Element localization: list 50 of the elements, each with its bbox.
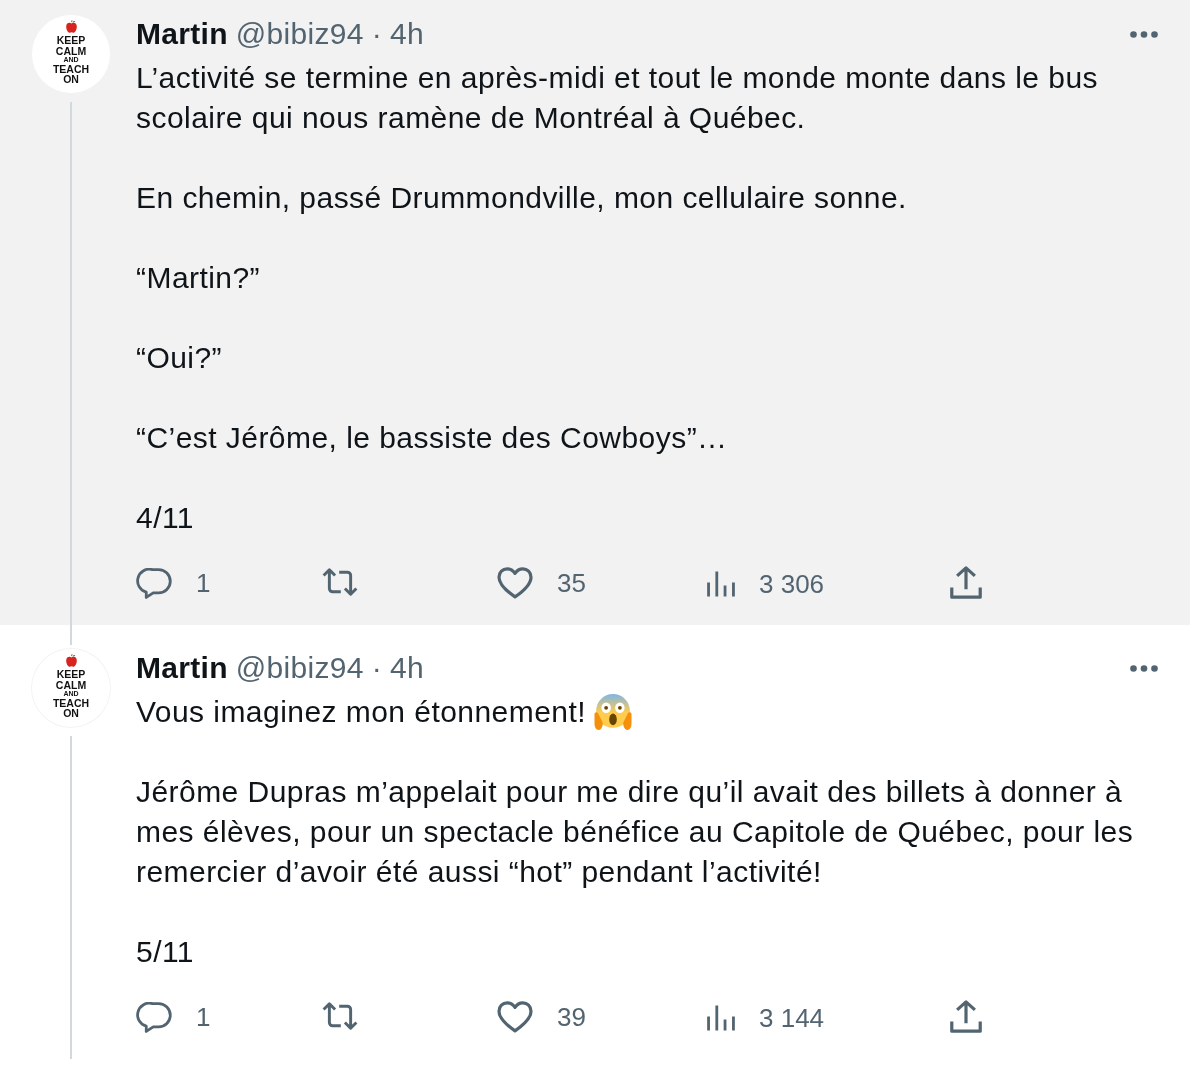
bar-chart-icon [707,570,735,598]
separator: · [371,650,383,686]
avatar-text: CALM [55,45,87,57]
avatar-text: ON [63,74,79,85]
author-name[interactable]: Martin [136,14,228,54]
speech-bubble-icon [136,567,172,599]
avatar-text: KEEP [56,35,86,46]
tweet-card[interactable] [0,0,1190,625]
looping-arrows-icon [322,568,358,596]
avatar-text: KEEP [56,669,86,680]
author-name[interactable]: Martin [136,648,228,688]
views-button[interactable]: 3 144 [707,1000,825,1036]
tweet-text: 5/11 [136,935,194,968]
share-button[interactable] [950,999,982,1033]
post-time[interactable]: 4h [390,14,425,54]
like-button[interactable]: 35 [497,565,586,601]
like-button[interactable]: 39 [497,999,586,1035]
upload-icon [950,565,982,599]
tweet-text: En chemin, passé Drummondville, mon cellulaire sonne. [136,181,907,214]
avatar-text: TEACH [52,63,90,75]
tweet-text: L’activité se termine en après-midi et tout le monde monte dans le bus scolaire qui nous ramène de Montréal à Québec. [136,61,1098,134]
share-button[interactable] [950,565,982,599]
avatar-text: TEACH [52,697,90,709]
tweet-text: “Oui?” [136,341,223,374]
more-icon[interactable] [1130,664,1158,672]
tweet-text: Jérôme Dupras m’appelait pour me dire qu’il avait des billets à donner à mes élèves, pour un spectacle bénéfice au Capitole de Québec, pour les remercier d’avoir été aussi “hot” pendant l’activité! [136,775,1134,888]
author-handle[interactable]: @bibiz94 [235,648,364,688]
more-icon[interactable] [1130,30,1158,38]
retweet-button[interactable] [322,1002,358,1030]
apple-icon [65,20,77,34]
retweet-button[interactable] [322,568,358,596]
post-time[interactable]: 4h [390,648,425,688]
avatar-text: ON [63,708,79,719]
tweet-text: “Martin?” [136,261,261,294]
bar-chart-icon [707,1004,735,1032]
tweet-text: “C’est Jérôme, le bassiste des Cowboys”… [136,421,728,454]
heart-icon [497,1001,533,1033]
looping-arrows-icon [322,1002,358,1030]
heart-icon [497,567,533,599]
reply-button[interactable]: 1 [136,999,211,1036]
reply-button[interactable]: 1 [136,565,211,602]
speech-bubble-icon [136,1001,172,1033]
tweet-text: Vous imaginez mon étonnement! [136,695,586,728]
apple-icon [65,654,77,668]
upload-icon [950,999,982,1033]
tweet-text: 4/11 [136,501,194,534]
author-handle[interactable]: @bibiz94 [235,14,364,54]
separator: · [371,16,383,52]
views-button[interactable]: 3 306 [707,566,825,602]
avatar-text: CALM [55,679,87,691]
